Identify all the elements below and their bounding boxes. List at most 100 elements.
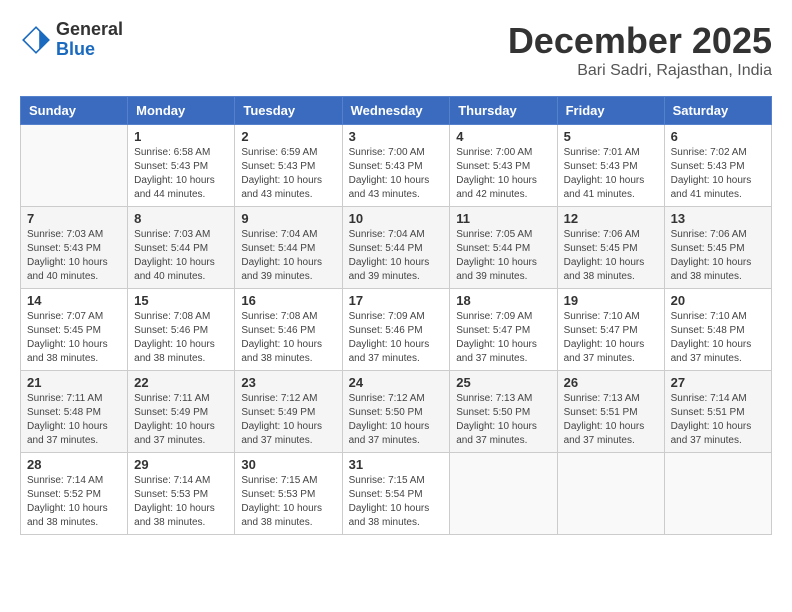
- day-info: Sunrise: 7:15 AMSunset: 5:53 PMDaylight:…: [241, 474, 335, 530]
- calendar-cell: 4Sunrise: 7:00 AMSunset: 5:43 PMDaylight…: [450, 125, 557, 207]
- weekday-header-wednesday: Wednesday: [342, 97, 450, 125]
- day-info: Sunrise: 7:02 AMSunset: 5:43 PMDaylight:…: [671, 146, 765, 202]
- day-info: Sunrise: 7:10 AMSunset: 5:47 PMDaylight:…: [564, 310, 658, 366]
- calendar-cell: 3 Sunrise: 7:00 AMSunset: 5:43 PMDaylight…: [342, 125, 450, 207]
- day-info: Sunrise: 7:03 AMSunset: 5:44 PMDaylight:…: [134, 228, 228, 284]
- day-info: Sunrise: 7:13 AMSunset: 5:51 PMDaylight:…: [564, 392, 658, 448]
- calendar-cell: 20 Sunrise: 7:10 AMSunset: 5:48 PMDayligh…: [664, 289, 771, 371]
- day-number: 19: [564, 293, 658, 308]
- day-number: 4: [456, 129, 550, 144]
- day-number: 26: [564, 375, 658, 390]
- day-number: 29: [134, 457, 228, 472]
- calendar-cell: 17 Sunrise: 7:09 AMSunset: 5:46 PMDayligh…: [342, 289, 450, 371]
- day-number: 28: [27, 457, 121, 472]
- weekday-header-monday: Monday: [128, 97, 235, 125]
- calendar-cell: 18Sunrise: 7:09 AMSunset: 5:47 PMDayligh…: [450, 289, 557, 371]
- day-info: Sunrise: 7:09 AMSunset: 5:47 PMDaylight:…: [456, 310, 550, 366]
- calendar-cell: 15 Sunrise: 7:08 AMSunset: 5:46 PMDayligh…: [128, 289, 235, 371]
- calendar-cell: 28Sunrise: 7:14 AMSunset: 5:52 PMDayligh…: [21, 453, 128, 535]
- calendar-week-row: 28Sunrise: 7:14 AMSunset: 5:52 PMDayligh…: [21, 453, 772, 535]
- day-number: 14: [27, 293, 121, 308]
- logo-icon: [20, 24, 52, 56]
- day-number: 31: [349, 457, 444, 472]
- calendar-cell: 24Sunrise: 7:12 AMSunset: 5:50 PMDayligh…: [342, 371, 450, 453]
- calendar-cell: 11 Sunrise: 7:05 AMSunset: 5:44 PMDayligh…: [450, 207, 557, 289]
- day-info: Sunrise: 7:09 AMSunset: 5:46 PMDaylight:…: [349, 310, 444, 366]
- day-number: 5: [564, 129, 658, 144]
- day-number: 3: [349, 129, 444, 144]
- day-number: 9: [241, 211, 335, 226]
- day-number: 15: [134, 293, 228, 308]
- weekday-header-thursday: Thursday: [450, 97, 557, 125]
- calendar-table: SundayMondayTuesdayWednesdayThursdayFrid…: [20, 96, 772, 535]
- calendar-cell: 1 Sunrise: 6:58 AMSunset: 5:43 PMDaylight…: [128, 125, 235, 207]
- calendar-cell: 25Sunrise: 7:13 AMSunset: 5:50 PMDayligh…: [450, 371, 557, 453]
- calendar-cell: 12Sunrise: 7:06 AMSunset: 5:45 PMDayligh…: [557, 207, 664, 289]
- day-info: Sunrise: 7:11 AMSunset: 5:48 PMDaylight:…: [27, 392, 121, 448]
- month-title: December 2025: [508, 20, 772, 62]
- calendar-cell: 8 Sunrise: 7:03 AMSunset: 5:44 PMDaylight…: [128, 207, 235, 289]
- day-number: 6: [671, 129, 765, 144]
- logo-text: General Blue: [56, 20, 123, 60]
- calendar-cell: [450, 453, 557, 535]
- day-number: 17: [349, 293, 444, 308]
- day-number: 21: [27, 375, 121, 390]
- calendar-cell: 30 Sunrise: 7:15 AMSunset: 5:53 PMDayligh…: [235, 453, 342, 535]
- day-number: 27: [671, 375, 765, 390]
- weekday-header-sunday: Sunday: [21, 97, 128, 125]
- day-number: 10: [349, 211, 444, 226]
- day-info: Sunrise: 7:12 AMSunset: 5:49 PMDaylight:…: [241, 392, 335, 448]
- logo-blue-text: Blue: [56, 40, 123, 60]
- day-info: Sunrise: 7:01 AMSunset: 5:43 PMDaylight:…: [564, 146, 658, 202]
- day-number: 12: [564, 211, 658, 226]
- day-number: 8: [134, 211, 228, 226]
- day-info: Sunrise: 7:00 AMSunset: 5:43 PMDaylight:…: [349, 146, 444, 202]
- calendar-cell: 10Sunrise: 7:04 AMSunset: 5:44 PMDayligh…: [342, 207, 450, 289]
- calendar-cell: 23Sunrise: 7:12 AMSunset: 5:49 PMDayligh…: [235, 371, 342, 453]
- calendar-cell: 31 Sunrise: 7:15 AMSunset: 5:54 PMDayligh…: [342, 453, 450, 535]
- day-number: 24: [349, 375, 444, 390]
- day-number: 30: [241, 457, 335, 472]
- calendar-cell: 6 Sunrise: 7:02 AMSunset: 5:43 PMDaylight…: [664, 125, 771, 207]
- day-info: Sunrise: 7:04 AMSunset: 5:44 PMDaylight:…: [241, 228, 335, 284]
- calendar-cell: 2Sunrise: 6:59 AMSunset: 5:43 PMDaylight…: [235, 125, 342, 207]
- weekday-header-saturday: Saturday: [664, 97, 771, 125]
- calendar-cell: 14 Sunrise: 7:07 AMSunset: 5:45 PMDayligh…: [21, 289, 128, 371]
- calendar-week-row: 14 Sunrise: 7:07 AMSunset: 5:45 PMDayligh…: [21, 289, 772, 371]
- calendar-cell: 29 Sunrise: 7:14 AMSunset: 5:53 PMDayligh…: [128, 453, 235, 535]
- calendar-cell: [21, 125, 128, 207]
- day-number: 22: [134, 375, 228, 390]
- day-number: 20: [671, 293, 765, 308]
- day-info: Sunrise: 7:03 AMSunset: 5:43 PMDaylight:…: [27, 228, 121, 284]
- calendar-cell: 16Sunrise: 7:08 AMSunset: 5:46 PMDayligh…: [235, 289, 342, 371]
- day-number: 25: [456, 375, 550, 390]
- calendar-cell: 5 Sunrise: 7:01 AMSunset: 5:43 PMDaylight…: [557, 125, 664, 207]
- calendar-cell: [664, 453, 771, 535]
- calendar-week-row: 7 Sunrise: 7:03 AMSunset: 5:43 PMDaylight…: [21, 207, 772, 289]
- day-info: Sunrise: 7:07 AMSunset: 5:45 PMDaylight:…: [27, 310, 121, 366]
- calendar-cell: 22Sunrise: 7:11 AMSunset: 5:49 PMDayligh…: [128, 371, 235, 453]
- logo: General Blue: [20, 20, 123, 60]
- calendar-week-row: 1 Sunrise: 6:58 AMSunset: 5:43 PMDaylight…: [21, 125, 772, 207]
- title-block: December 2025 Bari Sadri, Rajasthan, Ind…: [508, 20, 772, 80]
- calendar-cell: [557, 453, 664, 535]
- calendar-cell: 26 Sunrise: 7:13 AMSunset: 5:51 PMDayligh…: [557, 371, 664, 453]
- day-number: 1: [134, 129, 228, 144]
- day-info: Sunrise: 7:15 AMSunset: 5:54 PMDaylight:…: [349, 474, 444, 530]
- location-text: Bari Sadri, Rajasthan, India: [508, 62, 772, 80]
- day-number: 2: [241, 129, 335, 144]
- day-info: Sunrise: 7:14 AMSunset: 5:53 PMDaylight:…: [134, 474, 228, 530]
- calendar-cell: 19 Sunrise: 7:10 AMSunset: 5:47 PMDayligh…: [557, 289, 664, 371]
- calendar-cell: 21 Sunrise: 7:11 AMSunset: 5:48 PMDayligh…: [21, 371, 128, 453]
- day-number: 16: [241, 293, 335, 308]
- day-info: Sunrise: 6:58 AMSunset: 5:43 PMDaylight:…: [134, 146, 228, 202]
- day-number: 7: [27, 211, 121, 226]
- day-info: Sunrise: 7:05 AMSunset: 5:44 PMDaylight:…: [456, 228, 550, 284]
- day-info: Sunrise: 7:08 AMSunset: 5:46 PMDaylight:…: [134, 310, 228, 366]
- weekday-header-row: SundayMondayTuesdayWednesdayThursdayFrid…: [21, 97, 772, 125]
- day-number: 11: [456, 211, 550, 226]
- calendar-cell: 13Sunrise: 7:06 AMSunset: 5:45 PMDayligh…: [664, 207, 771, 289]
- day-info: Sunrise: 7:06 AMSunset: 5:45 PMDaylight:…: [671, 228, 765, 284]
- calendar-cell: 7 Sunrise: 7:03 AMSunset: 5:43 PMDaylight…: [21, 207, 128, 289]
- day-info: Sunrise: 7:10 AMSunset: 5:48 PMDaylight:…: [671, 310, 765, 366]
